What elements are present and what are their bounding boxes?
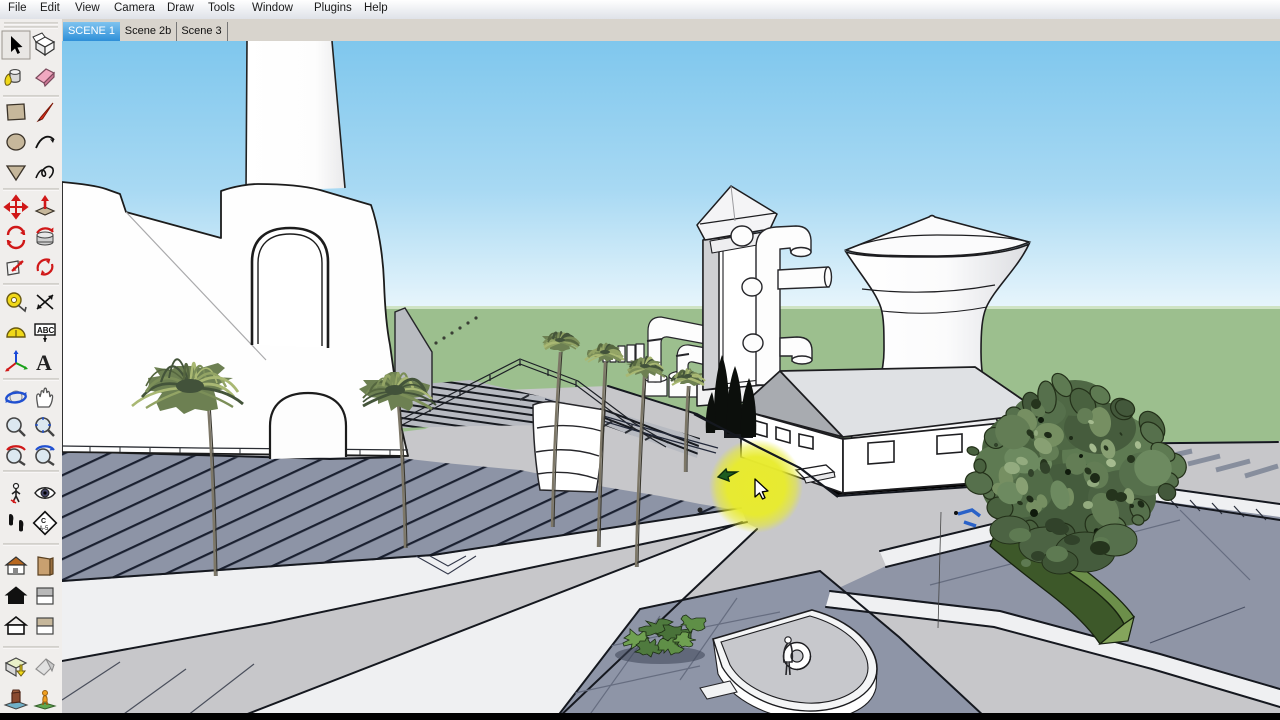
svg-text:C: C (41, 518, 46, 525)
svg-text:A-5: A-5 (39, 526, 49, 532)
svg-text:A: A (36, 350, 52, 375)
svg-text:ABC: ABC (37, 326, 55, 335)
